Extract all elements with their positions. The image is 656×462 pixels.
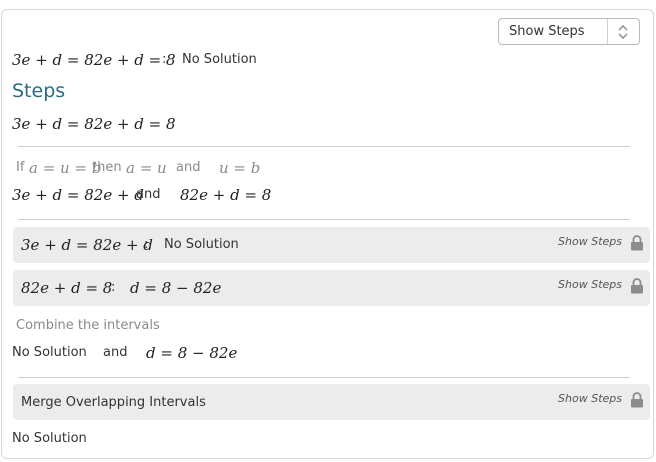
final-result: No Solution <box>12 431 87 446</box>
updown-arrows-icon <box>618 25 628 39</box>
box2-colon: : <box>111 280 116 295</box>
box1-show-steps-link[interactable]: Show Steps <box>558 235 622 248</box>
box3-show-steps-link[interactable]: Show Steps <box>558 392 622 405</box>
header-colon: : <box>162 52 167 67</box>
box2-result: d = 8 − 82e <box>130 279 222 297</box>
split-and: and <box>136 187 161 202</box>
steps-title: Steps <box>12 80 66 102</box>
rule-hint-then: then <box>92 160 122 175</box>
box1-result: No Solution <box>164 237 239 252</box>
lock-icon <box>631 392 643 408</box>
box2-equation: 82e + d = 8 <box>21 279 113 297</box>
show-steps-select[interactable]: Show Steps <box>498 18 640 45</box>
rule-hint-expr3: u = b <box>219 159 261 177</box>
rule-hint-expr1: a = u = b <box>29 159 102 177</box>
divider <box>18 146 630 147</box>
rule-hint-if: If <box>16 160 25 175</box>
box2-show-steps-link[interactable]: Show Steps <box>558 278 622 291</box>
rule-hint-expr2: a = u <box>126 159 167 177</box>
show-steps-select-label: Show Steps <box>509 24 585 39</box>
divider <box>18 219 630 220</box>
step-box-2: 82e + d = 8 : d = 8 − 82e Show Steps <box>13 270 650 306</box>
step-box-3: Merge Overlapping Intervals Show Steps <box>13 384 650 420</box>
equation-line: 3e + d = 82e + d = 8 <box>12 115 176 133</box>
header-equation: 3e + d = 82e + d = 8 <box>12 51 176 69</box>
lock-icon <box>631 278 643 294</box>
box1-equation: 3e + d = 82e + d <box>21 236 153 254</box>
lock-icon <box>631 235 643 251</box>
box1-colon: : <box>144 237 149 252</box>
header-result: No Solution <box>182 52 257 67</box>
combine-label: Combine the intervals <box>16 318 160 333</box>
combine-left: No Solution <box>12 345 87 360</box>
split-right: 82e + d = 8 <box>180 186 272 204</box>
step-box-1: 3e + d = 82e + d : No Solution Show Step… <box>13 227 650 263</box>
select-divider <box>607 19 608 44</box>
rule-hint-and: and <box>176 160 201 175</box>
split-left: 3e + d = 82e + d <box>12 186 144 204</box>
combine-right: d = 8 − 82e <box>146 344 238 362</box>
combine-and: and <box>103 345 128 360</box>
box3-label: Merge Overlapping Intervals <box>21 395 206 410</box>
divider <box>18 377 630 378</box>
